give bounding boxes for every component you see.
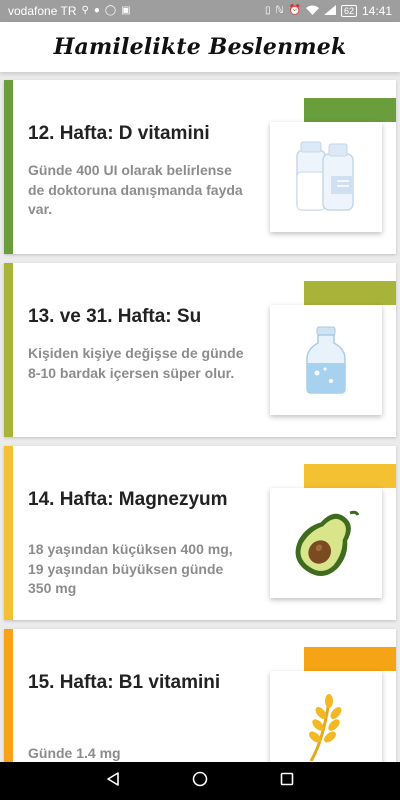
accent-bar bbox=[4, 446, 13, 620]
accent-bar bbox=[4, 263, 13, 437]
recents-icon bbox=[280, 772, 293, 785]
navigation-bar bbox=[0, 762, 400, 800]
wifi-icon bbox=[305, 5, 319, 18]
back-icon bbox=[107, 771, 120, 786]
signal-icon bbox=[323, 4, 336, 18]
home-icon bbox=[192, 771, 208, 786]
card-image bbox=[270, 488, 382, 598]
card-title: 15. Hafta: B1 vitamini bbox=[28, 672, 221, 693]
card-title: 14. Hafta: Magnezyum bbox=[28, 489, 228, 510]
clock: 14:41 bbox=[361, 4, 392, 18]
wheat-icon bbox=[309, 694, 342, 761]
vibrate-icon: ▯ bbox=[264, 5, 271, 16]
list-item[interactable]: 13. ve 31. Hafta: Su Kişiden kişiye deği… bbox=[4, 263, 396, 437]
water-bottle-icon bbox=[306, 326, 346, 394]
recents-button[interactable] bbox=[279, 771, 295, 792]
carrier-label: vodafone TR bbox=[8, 4, 77, 18]
accent-corner bbox=[304, 464, 396, 488]
image-icon: ▣ bbox=[121, 5, 131, 16]
card-description: 18 yaşından küçüksen 400 mg, 19 yaşından… bbox=[28, 541, 233, 596]
card-title: 12. Hafta: D vitamini bbox=[28, 123, 210, 144]
card-image bbox=[270, 671, 382, 762]
back-button[interactable] bbox=[105, 771, 121, 792]
card-description: Kişiden kişiye değişse de günde 8-10 bar… bbox=[28, 345, 244, 381]
accent-bar bbox=[4, 80, 13, 254]
alarm-icon: ⏰ bbox=[288, 5, 301, 16]
card-description: Günde 400 UI olarak belirlense de doktor… bbox=[28, 162, 243, 217]
card-image bbox=[270, 122, 382, 232]
card-image bbox=[270, 305, 382, 415]
messaging-icon: ◯ bbox=[104, 5, 117, 16]
nutrition-list[interactable]: 12. Hafta: D vitamini Günde 400 UI olara… bbox=[0, 72, 400, 762]
card-description: Günde 1.4 mg bbox=[28, 745, 121, 761]
app-bar: Hamilelikte Beslenmek bbox=[0, 22, 400, 72]
app-title: Hamilelikte Beslenmek bbox=[53, 34, 347, 60]
nfc-icon: ℕ bbox=[275, 5, 284, 16]
milk-bottles-icon bbox=[296, 141, 354, 211]
battery-indicator: 62 bbox=[340, 5, 357, 17]
accent-corner bbox=[304, 98, 396, 122]
list-item[interactable]: 14. Hafta: Magnezyum 18 yaşından küçükse… bbox=[4, 446, 396, 620]
avocado-icon bbox=[295, 510, 360, 576]
accent-corner bbox=[304, 281, 396, 305]
notification-icon: ● bbox=[93, 5, 100, 16]
list-item[interactable]: 15. Hafta: B1 vitamini Günde 1.4 mg bbox=[4, 629, 396, 762]
home-button[interactable] bbox=[192, 771, 208, 792]
usb-icon: ⚲ bbox=[81, 5, 89, 16]
card-title: 13. ve 31. Hafta: Su bbox=[28, 306, 202, 327]
status-bar: vodafone TR ⚲ ● ◯ ▣ ▯ ℕ ⏰ 62 14:41 bbox=[0, 0, 400, 22]
list-item[interactable]: 12. Hafta: D vitamini Günde 400 UI olara… bbox=[4, 80, 396, 254]
accent-corner bbox=[304, 647, 396, 671]
accent-bar bbox=[4, 629, 13, 762]
